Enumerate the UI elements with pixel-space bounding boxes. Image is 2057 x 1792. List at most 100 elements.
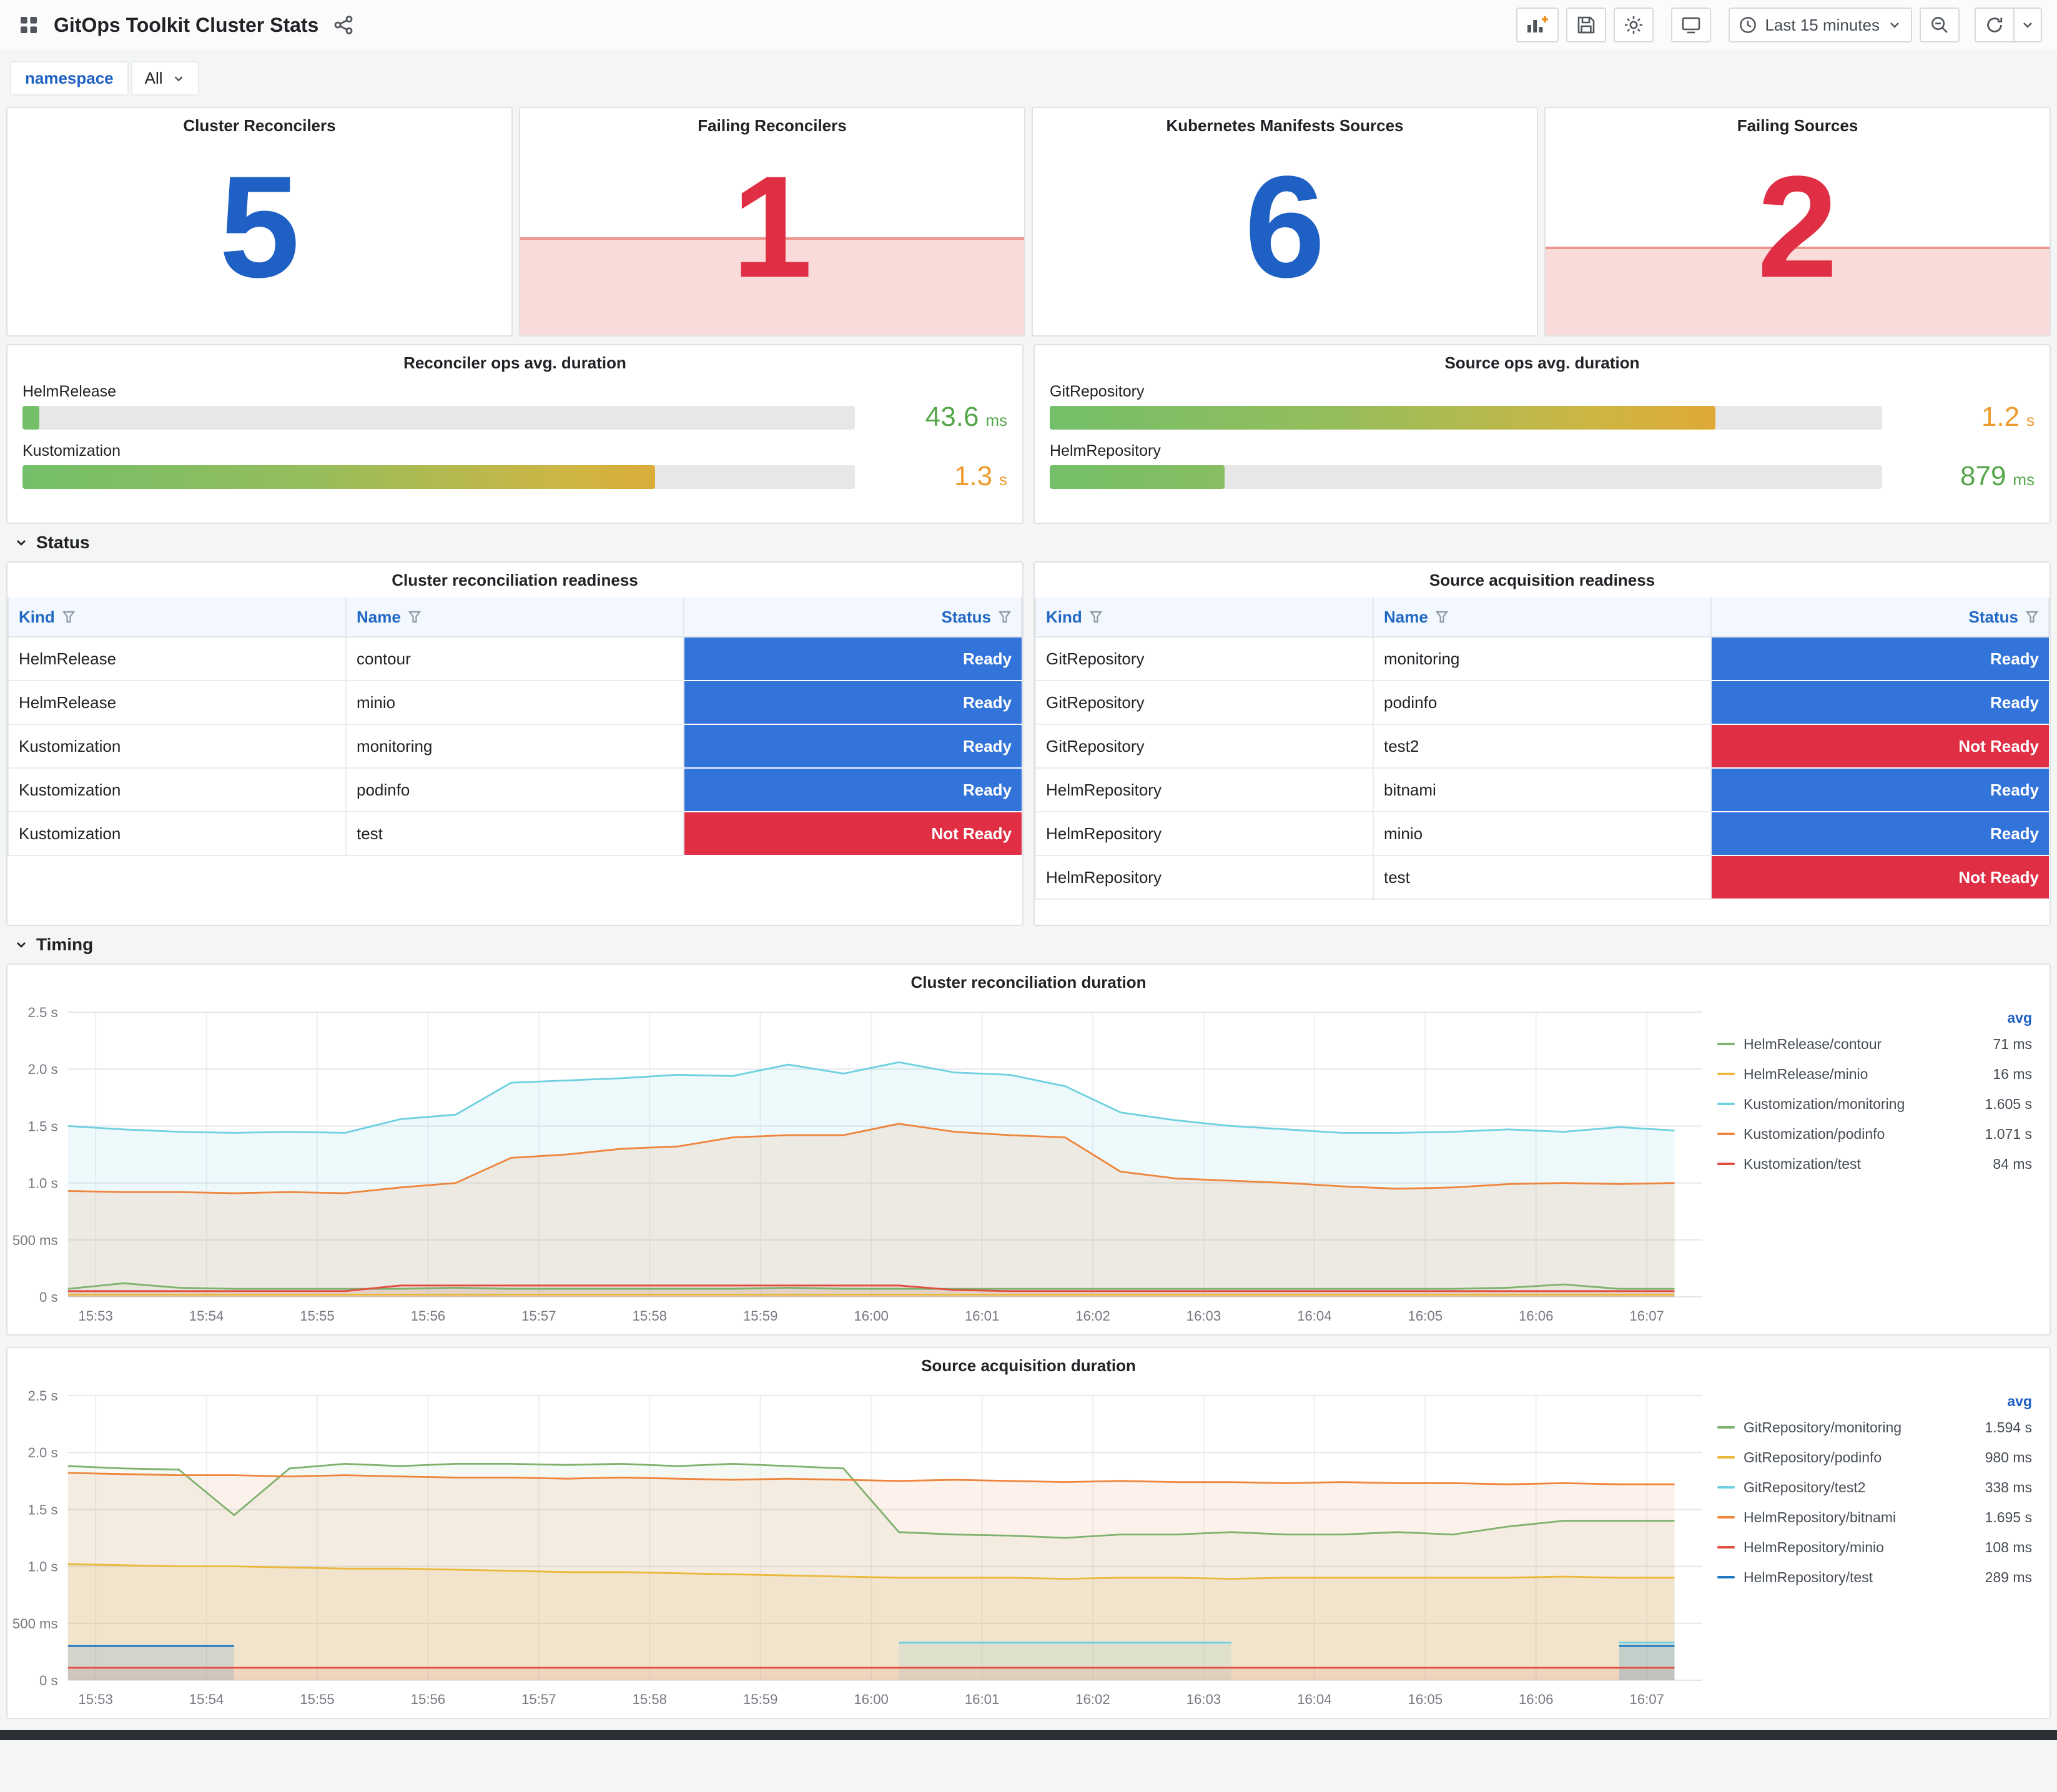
save-dashboard-button[interactable] xyxy=(1566,7,1607,42)
gauges-row: Reconciler ops avg. duration HelmRelease… xyxy=(6,344,2051,524)
column-header-kind[interactable]: Kind xyxy=(7,598,347,638)
cell-name: podinfo xyxy=(345,768,684,812)
gauge-row: GitRepository 1.2 s xyxy=(1050,383,2035,431)
gauge-label: Kustomization xyxy=(22,442,121,460)
svg-text:1.0 s: 1.0 s xyxy=(28,1559,58,1575)
legend-item[interactable]: Kustomization/test 84 ms xyxy=(1717,1149,2032,1179)
variable-namespace-label: namespace xyxy=(10,61,129,96)
chevron-down-icon xyxy=(17,540,26,546)
series-name: Kustomization/monitoring xyxy=(1744,1095,1905,1112)
status-badge: Ready xyxy=(1711,637,2049,681)
filter-funnel-icon xyxy=(1089,611,1102,623)
legend-item[interactable]: Kustomization/monitoring 1.605 s xyxy=(1717,1089,2032,1119)
add-panel-button[interactable] xyxy=(1516,7,1559,42)
status-badge: Ready xyxy=(1711,812,2049,856)
chevron-down-icon xyxy=(174,76,182,82)
gauge-row: HelmRelease 43.6 ms xyxy=(22,383,1007,431)
filter-funnel-icon xyxy=(408,611,421,623)
zoom-out-time-button[interactable] xyxy=(1920,7,1960,42)
panel-title: Source acquisition duration xyxy=(921,1356,1136,1375)
column-header-name[interactable]: Name xyxy=(1373,598,1712,638)
cell-name: minio xyxy=(345,681,684,725)
svg-text:16:07: 16:07 xyxy=(1629,1691,1664,1707)
table-row: HelmRepository test Not Ready xyxy=(1035,855,2049,900)
svg-text:15:53: 15:53 xyxy=(78,1691,112,1707)
status-badge: Not Ready xyxy=(1711,724,2049,769)
timeseries-plot[interactable]: 0 s 500 ms 1.0 s 1.5 s 2.0 s 2.5 s 15:53 15:54 1… xyxy=(10,1383,1712,1713)
gauge-panel-0: Reconciler ops avg. duration HelmRelease… xyxy=(6,344,1024,524)
timeseries-plot[interactable]: 0 s 500 ms 1.0 s 1.5 s 2.0 s 2.5 s 15:53 15:54 1… xyxy=(10,1000,1712,1329)
series-name: GitRepository/podinfo xyxy=(1744,1449,1882,1465)
legend-item[interactable]: HelmRepository/minio 108 ms xyxy=(1717,1532,2032,1562)
svg-text:0 s: 0 s xyxy=(39,1289,58,1305)
svg-text:15:58: 15:58 xyxy=(633,1691,667,1707)
cell-kind: HelmRelease xyxy=(7,681,347,725)
cell-kind: GitRepository xyxy=(1035,681,1374,725)
svg-text:1.5 s: 1.5 s xyxy=(28,1118,58,1134)
legend-item[interactable]: HelmRepository/bitnami 1.695 s xyxy=(1717,1502,2032,1532)
column-header-kind[interactable]: Kind xyxy=(1035,598,1374,638)
gauge-value: 879 ms xyxy=(1960,461,2035,491)
stat-value: 2 xyxy=(1757,146,1838,308)
refresh-interval-dropdown[interactable] xyxy=(2015,7,2042,42)
svg-text:15:55: 15:55 xyxy=(300,1308,334,1324)
panel-title: Kubernetes Manifests Sources xyxy=(1166,116,1404,135)
share-icon[interactable] xyxy=(330,11,357,39)
time-range-picker[interactable]: Last 15 minutes xyxy=(1729,7,1912,42)
legend-item[interactable]: HelmRepository/test 289 ms xyxy=(1717,1562,2032,1592)
chart-legend: avg HelmRelease/contour 71 ms HelmRelease/m… xyxy=(1712,1000,2045,1329)
svg-text:1.5 s: 1.5 s xyxy=(28,1502,58,1517)
panel-title: Reconciler ops avg. duration xyxy=(403,353,626,372)
apps-grid-icon[interactable] xyxy=(15,11,42,39)
legend-item[interactable]: HelmRelease/contour 71 ms xyxy=(1717,1029,2032,1059)
toolbar-left-group xyxy=(1516,7,1654,42)
gauge-fill xyxy=(22,406,39,430)
gauge-row: Kustomization 1.3 s xyxy=(22,442,1007,490)
svg-text:15:54: 15:54 xyxy=(189,1691,224,1707)
cell-name: minio xyxy=(1373,812,1712,856)
panel-title: Cluster reconciliation duration xyxy=(910,973,1147,992)
svg-text:2.0 s: 2.0 s xyxy=(28,1061,58,1077)
legend-item[interactable]: Kustomization/podinfo 1.071 s xyxy=(1717,1119,2032,1149)
legend-item[interactable]: GitRepository/podinfo 980 ms xyxy=(1717,1442,2032,1472)
cell-name: test xyxy=(1373,855,1712,900)
legend-item[interactable]: HelmRelease/minio 16 ms xyxy=(1717,1059,2032,1089)
table-row: GitRepository monitoring Ready xyxy=(1035,637,2049,681)
gauge-label: HelmRepository xyxy=(1050,442,1161,460)
cell-name: podinfo xyxy=(1373,681,1712,725)
column-header-status[interactable]: Status xyxy=(683,598,1022,638)
column-header-status[interactable]: Status xyxy=(1710,598,2050,638)
dashboard-settings-button[interactable] xyxy=(1614,7,1654,42)
table-row: HelmRelease contour Ready xyxy=(7,637,1022,681)
stat-panel-3: Failing Sources 2 xyxy=(1544,107,2051,337)
series-color-swatch xyxy=(1717,1456,1735,1459)
legend-item[interactable]: GitRepository/test2 338 ms xyxy=(1717,1472,2032,1502)
dashboard-title: GitOps Toolkit Cluster Stats xyxy=(54,13,319,36)
stat-value: 6 xyxy=(1244,146,1326,308)
legend-avg-header[interactable]: avg xyxy=(1717,1010,2032,1026)
gauge-track xyxy=(22,465,855,489)
legend-avg-header[interactable]: avg xyxy=(1717,1393,2032,1410)
gauge-label: HelmRelease xyxy=(22,383,117,400)
table-row: HelmRepository bitnami Ready xyxy=(1035,768,2049,812)
panel-title: Failing Sources xyxy=(1737,116,1858,135)
svg-text:15:55: 15:55 xyxy=(300,1691,334,1707)
series-name: HelmRelease/minio xyxy=(1744,1065,1868,1082)
variable-namespace-value-dropdown[interactable]: All xyxy=(131,61,199,96)
panel-title: Cluster Reconcilers xyxy=(183,116,336,135)
svg-text:2.5 s: 2.5 s xyxy=(28,1388,58,1404)
section-status[interactable]: Status xyxy=(6,524,2051,561)
table-row: HelmRepository minio Ready xyxy=(1035,812,2049,856)
variable-namespace-value: All xyxy=(144,69,163,87)
timeseries-panel-0: Cluster reconciliation duration 0 s 500 m… xyxy=(6,963,2051,1336)
legend-item[interactable]: GitRepository/monitoring 1.594 s xyxy=(1717,1412,2032,1442)
column-header-name[interactable]: Name xyxy=(345,598,684,638)
cycle-view-mode-button[interactable] xyxy=(1671,7,1712,42)
table-row: Kustomization podinfo Ready xyxy=(7,768,1022,812)
section-timing[interactable]: Timing xyxy=(6,926,2051,963)
panel-title: Source ops avg. duration xyxy=(1444,353,1640,372)
variables-row: namespace All xyxy=(0,50,2057,107)
table-row: GitRepository podinfo Ready xyxy=(1035,681,2049,725)
panel-title: Failing Reconcilers xyxy=(698,116,847,135)
refresh-button[interactable] xyxy=(1975,7,2015,42)
